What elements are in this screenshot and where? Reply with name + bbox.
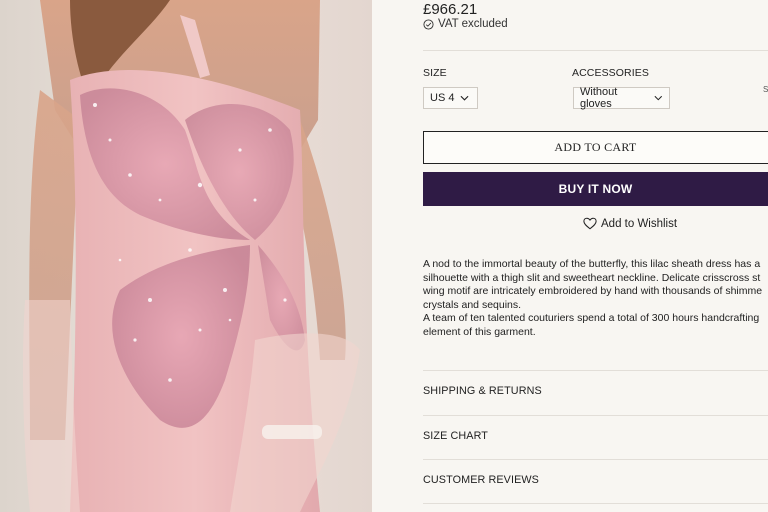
description-line: silhouette with a thigh slit and sweethe… [423, 271, 761, 284]
size-select[interactable]: US 4 [423, 87, 478, 109]
product-info-panel: £966.21 VAT excluded SIZE ACCESSORIES US… [423, 0, 768, 512]
description-line: wing motif are intricately embroidered b… [423, 285, 763, 298]
accessories-select[interactable]: Without gloves [573, 86, 670, 110]
product-image[interactable] [0, 0, 372, 512]
divider [423, 459, 768, 460]
check-circle-icon [423, 18, 434, 30]
description-line: crystals and sequins. [423, 298, 522, 311]
product-description: A nod to the immortal beauty of the butt… [423, 258, 768, 340]
vat-note: VAT excluded [423, 18, 508, 30]
accessories-label: ACCESSORIES [572, 67, 649, 79]
buy-now-button[interactable]: BUY IT NOW [423, 172, 768, 206]
heart-icon [583, 217, 597, 230]
divider [423, 503, 768, 504]
size-select-value: US 4 [430, 92, 455, 104]
description-line: A nod to the immortal beauty of the butt… [423, 258, 761, 270]
divider [423, 415, 768, 416]
wishlist-label: Add to Wishlist [601, 217, 678, 230]
vat-note-text: VAT excluded [438, 18, 508, 30]
cropped-option-label: S [763, 85, 768, 94]
size-label: SIZE [423, 67, 447, 79]
add-to-wishlist-link[interactable]: Add to Wishlist [583, 217, 677, 230]
divider [423, 50, 768, 51]
add-to-cart-button[interactable]: ADD TO CART [423, 131, 768, 164]
divider [423, 370, 768, 371]
accordion-customer-reviews[interactable]: CUSTOMER REVIEWS [423, 474, 539, 486]
accordion-size-chart[interactable]: SIZE CHART [423, 430, 488, 442]
description-line: element of this garment. [423, 325, 536, 338]
chevron-down-icon [654, 95, 663, 101]
accessories-select-value: Without gloves [580, 86, 618, 110]
accordion-shipping-returns[interactable]: SHIPPING & RETURNS [423, 385, 542, 397]
product-price: £966.21 [423, 1, 478, 18]
chevron-down-icon [460, 95, 469, 101]
description-line: A team of ten talented couturiers spend … [423, 312, 760, 325]
